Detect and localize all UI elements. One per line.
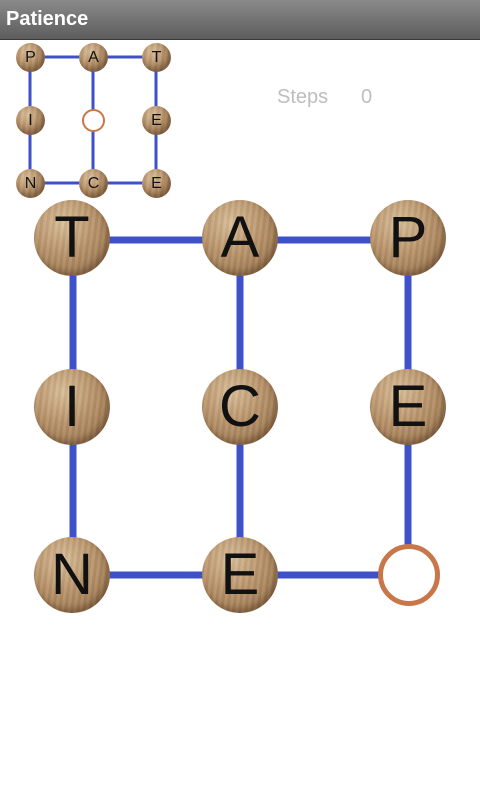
- target-tile: E: [142, 106, 171, 135]
- target-tile: N: [16, 169, 45, 198]
- board-tile[interactable]: E: [202, 537, 278, 613]
- board-empty-slot[interactable]: [378, 544, 440, 606]
- board-tile[interactable]: C: [202, 369, 278, 445]
- board-tile[interactable]: N: [34, 537, 110, 613]
- target-tile: I: [16, 106, 45, 135]
- target-tile: A: [79, 43, 108, 72]
- steps-label: Steps: [277, 86, 329, 108]
- target-tile: P: [16, 43, 45, 72]
- title-bar: Patience: [0, 0, 480, 40]
- board-tile[interactable]: I: [34, 369, 110, 445]
- target-tile: T: [142, 43, 171, 72]
- board-tile[interactable]: P: [370, 200, 446, 276]
- board-tile[interactable]: A: [202, 200, 278, 276]
- app-title: Patience: [6, 8, 89, 30]
- board-tile[interactable]: T: [34, 200, 110, 276]
- target-tile: C: [79, 169, 108, 198]
- target-tile: E: [142, 169, 171, 198]
- board-tile[interactable]: E: [370, 369, 446, 445]
- steps-value: 0: [361, 86, 373, 108]
- target-empty-slot: [82, 109, 105, 132]
